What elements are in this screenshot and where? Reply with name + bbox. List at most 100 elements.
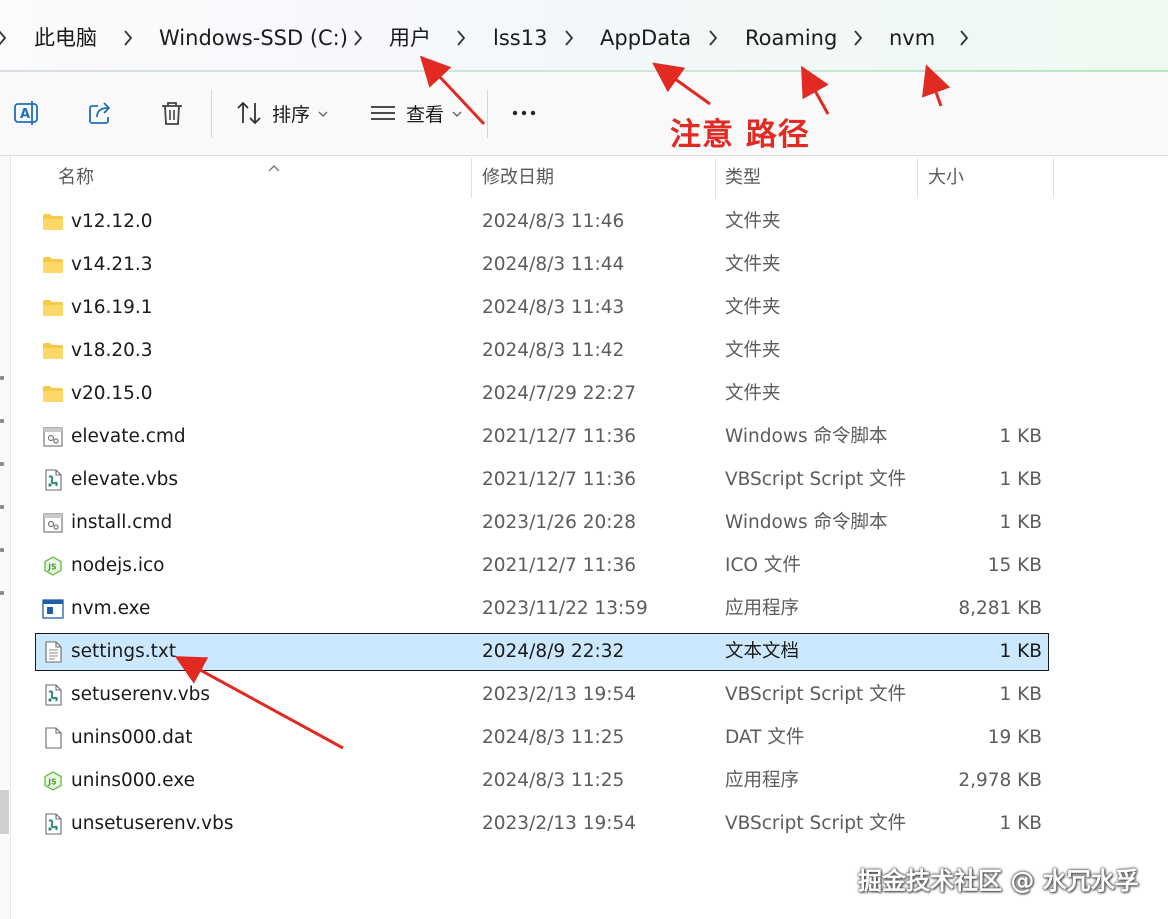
breadcrumb-users[interactable]: 用户 [389, 24, 431, 52]
file-row[interactable]: unins000.dat 2024/8/3 11:25 DAT 文件 19 KB [36, 720, 1048, 756]
folder-icon [42, 211, 64, 233]
file-row[interactable]: v20.15.0 2024/7/29 22:27 文件夹 [36, 376, 1048, 412]
file-row[interactable]: v14.21.3 2024/8/3 11:44 文件夹 [36, 247, 1048, 283]
nav-expand-marker [0, 505, 4, 509]
file-name: setuserenv.vbs [71, 684, 211, 705]
column-name[interactable]: 名称 [58, 166, 94, 190]
file-row[interactable]: elevate.vbs 2021/12/7 11:36 VBScript Scrip… [36, 462, 1048, 498]
file-date-modified: 2024/8/3 11:25 [482, 770, 625, 791]
file-name: v14.21.3 [71, 254, 153, 275]
file-name: v12.12.0 [71, 211, 153, 232]
address-bar[interactable]: 此电脑 Windows-SSD (C:) 用户 lss13 AppData Ro… [0, 0, 1168, 72]
file-size: 2,978 KB [958, 770, 1042, 791]
exe-file-icon [42, 598, 64, 620]
file-name: settings.txt [71, 641, 177, 662]
chevron-right-icon[interactable] [557, 26, 581, 50]
svg-text:JS: JS [47, 563, 56, 572]
file-name: v16.19.1 [71, 297, 153, 318]
file-row[interactable]: nvm.exe 2023/11/22 13:59 应用程序 8,281 KB [36, 591, 1048, 627]
column-divider[interactable] [715, 158, 716, 198]
file-type: VBScript Script 文件 [725, 684, 907, 705]
file-name: v18.20.3 [71, 340, 153, 361]
file-type: VBScript Script 文件 [725, 813, 907, 834]
folder-icon [42, 383, 64, 405]
file-date-modified: 2024/7/29 22:27 [482, 383, 637, 404]
file-name: nvm.exe [71, 598, 151, 619]
annotation-note: 注意 路径 [670, 117, 810, 153]
svg-text:A: A [20, 107, 30, 122]
column-date-modified[interactable]: 修改日期 [482, 166, 554, 190]
breadcrumb-roaming[interactable]: Roaming [745, 24, 837, 52]
file-row[interactable]: setuserenv.vbs 2023/2/13 19:54 VBScript Sc… [36, 677, 1048, 713]
view-button[interactable]: 查看 [364, 90, 474, 138]
nav-expand-marker [0, 548, 4, 552]
file-size: 1 KB [999, 813, 1042, 834]
file-type: Windows 命令脚本 [725, 512, 888, 533]
file-size: 19 KB [987, 727, 1042, 748]
file-date-modified: 2023/2/13 19:54 [482, 684, 637, 705]
toolbar-divider [211, 90, 212, 138]
nodejs-icon: JS [42, 555, 64, 577]
file-row[interactable]: v18.20.3 2024/8/3 11:42 文件夹 [36, 333, 1048, 369]
nav-scrollbar-thumb[interactable] [0, 790, 9, 834]
column-size[interactable]: 大小 [928, 166, 964, 190]
chevron-right-icon[interactable] [116, 26, 140, 50]
file-date-modified: 2021/12/7 11:36 [482, 555, 637, 576]
file-date-modified: 2023/11/22 13:59 [482, 598, 648, 619]
column-divider[interactable] [471, 158, 472, 198]
vbs-file-icon [42, 684, 64, 706]
file-size: 1 KB [999, 684, 1042, 705]
column-divider[interactable] [1053, 158, 1054, 198]
chevron-right-icon[interactable] [701, 26, 725, 50]
file-name: unins000.dat [71, 727, 193, 748]
file-date-modified: 2024/8/3 11:25 [482, 727, 625, 748]
chevron-right-icon[interactable] [0, 26, 14, 50]
cmd-file-icon [42, 512, 64, 534]
nav-expand-marker [0, 462, 4, 466]
file-type: 文件夹 [725, 211, 781, 232]
column-header: 名称 修改日期 类型 大小 [12, 158, 1168, 198]
file-row[interactable]: v16.19.1 2024/8/3 11:43 文件夹 [36, 290, 1048, 326]
file-date-modified: 2024/8/3 11:44 [482, 254, 625, 275]
toolbar-divider-line [0, 155, 1168, 156]
chevron-right-icon[interactable] [449, 26, 473, 50]
file-size: 1 KB [999, 641, 1042, 662]
sort-icon [234, 98, 264, 128]
file-row[interactable]: JS unins000.exe 2024/8/3 11:25 应用程序 2,978 KB [36, 763, 1048, 799]
text-file-icon [42, 641, 64, 663]
chevron-right-icon[interactable] [952, 26, 976, 50]
column-type[interactable]: 类型 [725, 166, 761, 190]
breadcrumb-appdata[interactable]: AppData [600, 24, 691, 52]
vbs-file-icon [42, 813, 64, 835]
file-row[interactable]: v12.12.0 2024/8/3 11:46 文件夹 [36, 204, 1048, 240]
nav-expand-marker [0, 419, 4, 423]
trash-icon[interactable] [157, 98, 187, 128]
file-row[interactable]: elevate.cmd 2021/12/7 11:36 Windows 命令脚本 1 … [36, 419, 1048, 455]
file-row[interactable]: JS nodejs.ico 2021/12/7 11:36 ICO 文件 15 KB [36, 548, 1048, 584]
file-type: 文件夹 [725, 254, 781, 275]
breadcrumb-nvm[interactable]: nvm [889, 24, 935, 52]
file-type: Windows 命令脚本 [725, 426, 888, 447]
sort-button[interactable]: 排序 [230, 90, 340, 138]
chevron-right-icon[interactable] [846, 26, 870, 50]
rename-icon[interactable]: A [12, 98, 42, 128]
more-options-icon[interactable] [509, 98, 539, 128]
file-row[interactable]: install.cmd 2023/1/26 20:28 Windows 命令脚本 1 … [36, 505, 1048, 541]
file-type: 文件夹 [725, 340, 781, 361]
file-date-modified: 2021/12/7 11:36 [482, 469, 637, 490]
column-divider[interactable] [917, 158, 918, 198]
file-row-selected[interactable]: settings.txt 2024/8/9 22:32 文本文档 1 KB [35, 633, 1049, 671]
breadcrumb-drive-c[interactable]: Windows-SSD (C:) [159, 24, 348, 52]
file-row[interactable]: unsetuserenv.vbs 2023/2/13 19:54 VBScript … [36, 806, 1048, 842]
chevron-down-icon [450, 106, 464, 120]
chevron-right-icon[interactable] [346, 26, 370, 50]
nav-expand-marker [0, 591, 4, 595]
svg-text:JS: JS [47, 778, 56, 787]
share-icon[interactable] [86, 98, 116, 128]
file-size: 1 KB [999, 512, 1042, 533]
file-name: elevate.cmd [71, 426, 186, 447]
nodejs-icon: JS [42, 770, 64, 792]
breadcrumb-this-pc[interactable]: 此电脑 [34, 24, 97, 52]
breadcrumb-user-folder[interactable]: lss13 [493, 24, 547, 52]
watermark: 掘金技术社区 @ 水冗水孚 [858, 867, 1139, 895]
